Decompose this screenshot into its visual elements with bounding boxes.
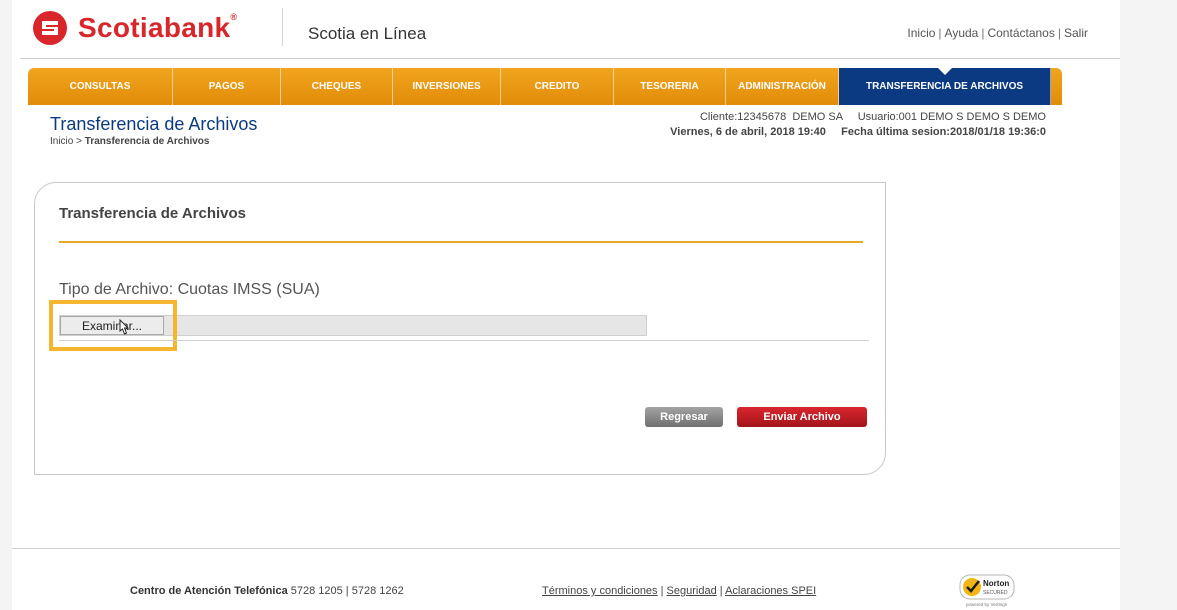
send-file-button[interactable]: Enviar Archivo xyxy=(737,407,867,427)
phone-label: Centro de Atención Telefónica xyxy=(130,585,288,597)
scotiabank-s-icon xyxy=(33,11,67,45)
link-ayuda[interactable]: Ayuda xyxy=(945,26,979,40)
link-terminos[interactable]: Términos y condiciones xyxy=(542,585,658,597)
panel-title-rule xyxy=(59,241,863,243)
file-type-label: Tipo de Archivo: Cuotas IMSS (SUA) xyxy=(59,281,320,298)
header-divider xyxy=(282,8,283,46)
main-nav: CONSULTAS PAGOS CHEQUES INVERSIONES CRED… xyxy=(28,68,1062,105)
mouse-cursor-icon xyxy=(119,319,130,335)
highlight-box xyxy=(49,300,177,351)
norton-sub: SECURED xyxy=(983,590,1008,596)
client-line: Cliente:12345678 DEMO SA Usuario:001 DEM… xyxy=(699,111,1046,123)
link-inicio[interactable]: Inicio xyxy=(907,26,935,40)
breadcrumb-current: Transferencia de Archivos xyxy=(84,136,210,147)
nav-cheques[interactable]: CHEQUES xyxy=(281,68,393,105)
breadcrumb-sep: > xyxy=(73,136,85,147)
link-contactanos[interactable]: Contáctanos xyxy=(987,26,1054,40)
nav-pagos[interactable]: PAGOS xyxy=(173,68,281,105)
footer-phone: Centro de Atención Telefónica 5728 1205 … xyxy=(130,585,404,597)
norton-label: Norton xyxy=(983,579,1009,588)
link-seguridad[interactable]: Seguridad xyxy=(667,585,717,597)
page-title: Transferencia de Archivos xyxy=(50,114,258,134)
nav-tesoreria[interactable]: TESORERIA xyxy=(614,68,726,105)
nav-inversiones[interactable]: INVERSIONES xyxy=(393,68,501,105)
norton-secured-badge[interactable]: Norton SECURED powered by VeriSign xyxy=(952,573,1022,607)
scotiabank-logo[interactable]: Scotiabank® xyxy=(32,10,237,46)
registered-mark: ® xyxy=(230,12,238,22)
field-rule xyxy=(59,340,869,341)
footer-rule xyxy=(12,548,1120,549)
breadcrumb-home[interactable]: Inicio xyxy=(50,136,73,147)
nav-tail xyxy=(1051,68,1062,105)
brand-name: Scotiabank® xyxy=(78,12,238,43)
panel-title: Transferencia de Archivos xyxy=(59,205,247,222)
nav-consultas[interactable]: CONSULTAS xyxy=(28,68,173,105)
page: Scotiabank® Scotia en Línea Inicio | Ayuda… xyxy=(12,0,1120,610)
back-button[interactable]: Regresar xyxy=(645,407,723,427)
phone-numbers: 5728 1205 | 5728 1262 xyxy=(287,585,404,597)
top-links: Inicio | Ayuda | Contáctanos | Salir xyxy=(907,26,1088,40)
norton-powered: powered by VeriSign xyxy=(966,602,1008,607)
transfer-panel: Transferencia de Archivos Tipo de Archiv… xyxy=(34,182,886,475)
header-rule xyxy=(20,58,1120,59)
site-name: Scotia en Línea xyxy=(308,24,427,43)
session-date-line: Viernes, 6 de abril, 2018 19:40 Fecha úl… xyxy=(670,126,1046,138)
link-aclaraciones-spei[interactable]: Aclaraciones SPEI xyxy=(725,585,816,597)
nav-credito[interactable]: CREDITO xyxy=(501,68,614,105)
nav-administracion[interactable]: ADMINISTRACIÓN xyxy=(726,68,839,105)
nav-transferencia-archivos[interactable]: TRANSFERENCIA DE ARCHIVOS xyxy=(839,68,1051,105)
link-salir[interactable]: Salir xyxy=(1064,26,1088,40)
footer-links: Términos y condiciones | Seguridad | Acl… xyxy=(542,585,817,597)
breadcrumb: Inicio > Transferencia de Archivos xyxy=(50,136,209,147)
client-info: Cliente:12345678 DEMO SA Usuario:001 DEM… xyxy=(670,110,1046,140)
